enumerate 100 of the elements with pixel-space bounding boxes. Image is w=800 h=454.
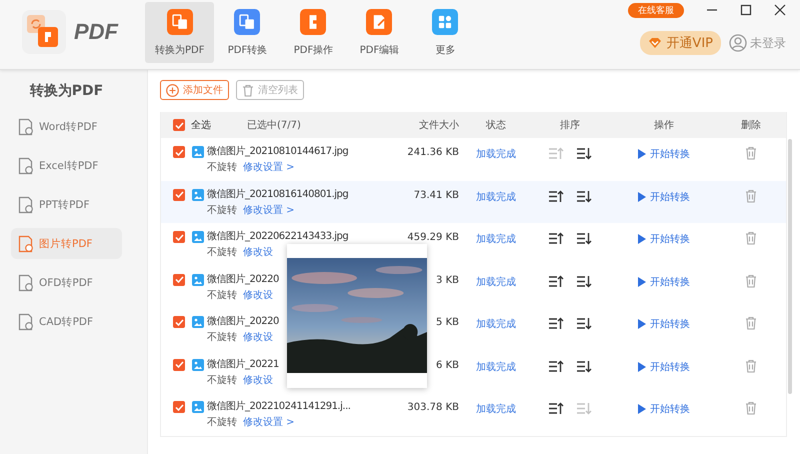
toolbar-tab[interactable]: PDF编辑	[346, 2, 412, 63]
toolbar-tab[interactable]: PDF转换	[214, 2, 280, 63]
move-up-icon[interactable]	[548, 317, 564, 330]
diamond-icon	[648, 37, 662, 49]
file-name: 微信图片_20210810144617.jpg	[207, 144, 350, 158]
trash-icon[interactable]	[745, 231, 757, 245]
file-size: 459.29 KB	[406, 231, 459, 243]
file-row[interactable]: 微信图片_20220622143433.jpg 不旋转 修改设 459.29 KB 加载完成 开始转换	[161, 223, 786, 266]
column-header: 排序	[559, 118, 581, 132]
file-name: 微信图片_20220	[207, 272, 280, 286]
row-checkbox[interactable]	[173, 358, 185, 370]
file-size: 3 KB	[435, 274, 459, 286]
sidebar-item[interactable]: 图片转PDF	[11, 228, 122, 259]
file-size: 303.78 KB	[406, 401, 459, 413]
trash-icon[interactable]	[745, 316, 757, 330]
file-name: 微信图片_20220622143433.jpg	[207, 230, 350, 243]
column-header: 文件大小	[418, 118, 459, 132]
column-header: 操作	[653, 119, 675, 132]
status-text: 加载完成	[475, 148, 517, 161]
toolbar-tab[interactable]: 转换为PDF	[145, 2, 214, 63]
rotation-label: 不旋转	[207, 374, 237, 386]
sidebar-item[interactable]: OFD转PDF	[11, 267, 122, 298]
sidebar-item[interactable]: Excel转PDF	[11, 150, 122, 181]
online-service-button[interactable]: 在线客服	[628, 2, 684, 18]
toolbar-tab[interactable]: 更多	[412, 2, 478, 63]
move-down-icon[interactable]	[576, 147, 592, 160]
file-size: 5 KB	[435, 316, 459, 328]
start-convert-button[interactable]: 开始转换	[638, 360, 690, 374]
move-down-icon[interactable]	[576, 317, 592, 330]
file-icon	[18, 274, 34, 292]
move-up-icon[interactable]	[548, 402, 564, 415]
move-down-icon[interactable]	[576, 274, 592, 288]
add-file-button[interactable]: 添加文件	[160, 80, 229, 100]
vip-button[interactable]: 开通VIP	[640, 31, 721, 55]
document-icon	[164, 9, 195, 35]
logo-icon	[22, 10, 66, 54]
move-up-icon[interactable]	[548, 190, 564, 202]
select-all-checkbox[interactable]	[173, 119, 185, 131]
move-down-icon[interactable]	[576, 190, 592, 202]
trash-icon[interactable]	[745, 188, 757, 202]
rotation-label: 不旋转	[207, 161, 237, 174]
plus-icon	[166, 84, 179, 96]
status-text: 加载完成	[475, 276, 517, 288]
start-convert-button[interactable]: 开始转换	[638, 232, 690, 246]
trash-icon[interactable]	[745, 146, 757, 160]
trash-icon[interactable]	[745, 274, 757, 288]
settings-link[interactable]: 修改设置 >	[243, 204, 295, 216]
file-icon	[18, 196, 34, 214]
start-convert-button[interactable]: 开始转换	[638, 402, 690, 416]
row-checkbox[interactable]	[173, 274, 185, 286]
settings-link[interactable]: 修改设置 >	[243, 161, 295, 174]
image-icon	[192, 231, 204, 243]
rotation-label: 不旋转	[207, 204, 237, 216]
file-row[interactable]: 微信图片_20210810144617.jpg 不旋转 修改设置 > 241.36 KB 加载完成 开始转换	[161, 138, 786, 180]
file-name: 微信图片_202210241141291.j...	[207, 400, 352, 413]
start-convert-button[interactable]: 开始转换	[638, 317, 690, 331]
move-up-icon[interactable]	[548, 360, 564, 372]
image-icon	[192, 316, 204, 328]
image-icon	[192, 188, 204, 200]
login-button[interactable]: 未登录	[729, 34, 786, 52]
image-icon	[192, 146, 204, 158]
settings-link[interactable]: 修改设	[243, 374, 273, 386]
file-row[interactable]: 微信图片_20220 不旋转 修改设 5 KB 加载完成 开始转换	[161, 308, 786, 350]
trash-icon[interactable]	[745, 401, 757, 415]
file-row[interactable]: 微信图片_20221 不旋转 修改设 6 KB 加载完成 开始转换	[161, 350, 786, 393]
status-text: 加载完成	[475, 190, 517, 204]
row-checkbox[interactable]	[173, 146, 185, 158]
move-up-icon[interactable]	[548, 274, 564, 288]
trash-icon[interactable]	[745, 358, 757, 372]
settings-link[interactable]: 修改设置 >	[243, 416, 295, 429]
close-icon[interactable]	[774, 4, 786, 16]
sidebar-item[interactable]: PPT转PDF	[11, 189, 122, 220]
move-down-icon[interactable]	[576, 360, 592, 372]
selected-row[interactable]: 微信图片_20210816140801.jpg 不旋转 修改设置 > 73.41 KB 加载完成 开始转换	[161, 180, 786, 223]
image-icon	[192, 274, 204, 286]
row-checkbox[interactable]	[173, 231, 185, 243]
rotation-label: 不旋转	[207, 331, 237, 344]
start-convert-button[interactable]: 开始转换	[638, 274, 690, 288]
clear-list-button[interactable]: 清空列表	[236, 80, 304, 100]
file-row[interactable]: 微信图片_20220 不旋转 修改设 3 KB 加载完成 开始转换	[161, 266, 786, 308]
start-convert-button[interactable]: 开始转换	[638, 147, 690, 161]
file-row[interactable]: 微信图片_202210241141291.j... 不旋转 修改设置 > 303.78 KB 加载完成 开始转换	[161, 393, 786, 436]
file-size: 73.41 KB	[412, 188, 459, 200]
settings-link[interactable]: 修改设	[243, 246, 273, 259]
trash-icon	[242, 84, 254, 96]
settings-link[interactable]: 修改设	[243, 331, 273, 344]
row-checkbox[interactable]	[173, 316, 185, 328]
file-size: 6 KB	[435, 358, 459, 370]
row-checkbox[interactable]	[173, 401, 185, 413]
status-text: 加载完成	[475, 318, 517, 331]
sidebar-item[interactable]: Word转PDF	[11, 111, 122, 142]
settings-link[interactable]: 修改设	[243, 288, 273, 302]
start-convert-button[interactable]: 开始转换	[638, 190, 690, 204]
move-down-icon[interactable]	[576, 232, 592, 245]
toolbar-tab[interactable]: PDF操作	[280, 2, 346, 63]
move-up-icon[interactable]	[548, 232, 564, 245]
maximize-icon[interactable]	[740, 4, 752, 16]
sidebar-item[interactable]: CAD转PDF	[11, 306, 122, 337]
document-icon	[232, 9, 262, 35]
row-checkbox[interactable]	[173, 188, 185, 200]
